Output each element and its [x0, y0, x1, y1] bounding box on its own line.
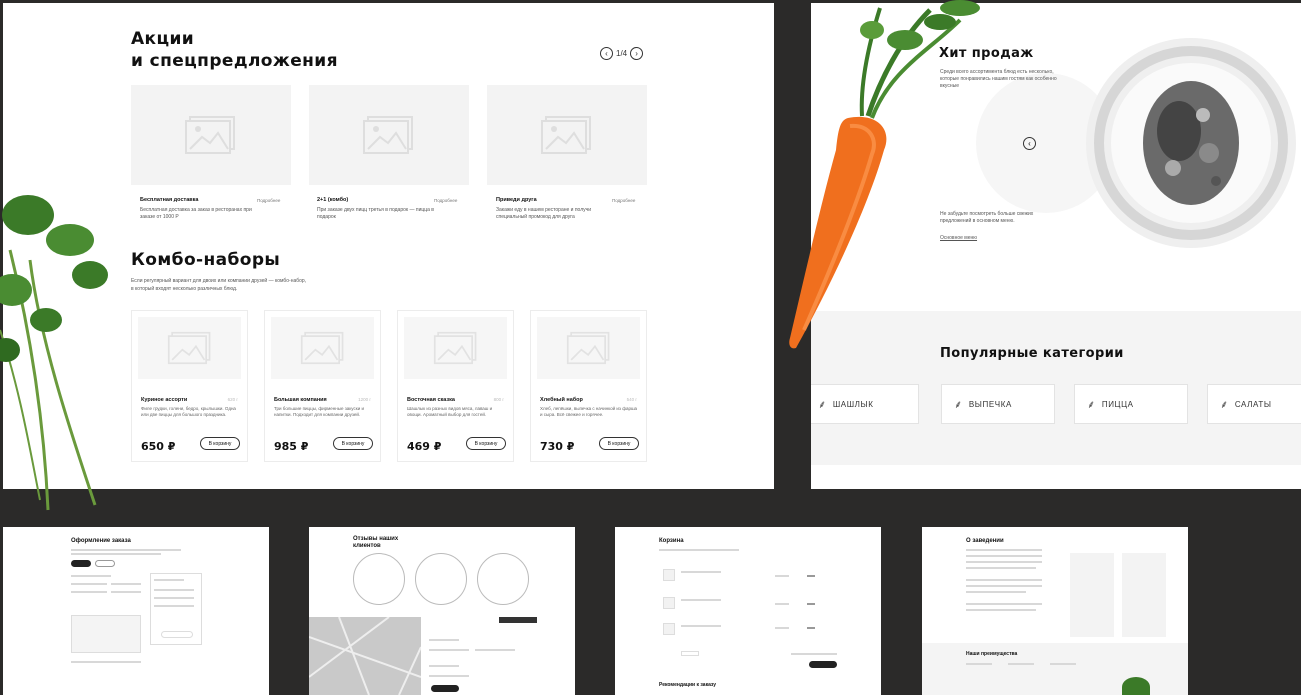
- cart-thumbnail[interactable]: Корзина Рекомендации к заказу: [615, 527, 881, 695]
- carrot-icon: [789, 0, 980, 349]
- cart-title: Корзина: [659, 538, 684, 544]
- checkout-thumbnail[interactable]: Оформление заказа: [3, 527, 269, 695]
- about-title: О заведении: [966, 538, 1004, 544]
- feedback-form: [421, 617, 575, 695]
- checkout-button[interactable]: [809, 661, 837, 668]
- cart-recommendations-title: Рекомендации к заказу: [659, 682, 717, 688]
- review-card: [353, 553, 405, 605]
- herb-icon: [1122, 677, 1150, 695]
- about-thumbnail[interactable]: О заведении Наши преимущества: [922, 527, 1188, 695]
- submit-order-button[interactable]: [161, 631, 193, 638]
- map-preview[interactable]: [309, 616, 422, 695]
- checkout-title: Оформление заказа: [71, 538, 131, 544]
- send-review-button[interactable]: [431, 685, 459, 692]
- reviews-title: Отзывы наших клиентов: [353, 536, 399, 549]
- map-preview[interactable]: [71, 615, 141, 653]
- review-card: [415, 553, 467, 605]
- delivery-toggle[interactable]: [71, 560, 91, 567]
- parsley-icon: [0, 195, 108, 511]
- advantages-title: Наши преимущества: [966, 651, 1018, 657]
- review-card: [477, 553, 529, 605]
- pickup-toggle[interactable]: [95, 560, 115, 567]
- reviews-thumbnail[interactable]: Отзывы наших клиентов: [309, 527, 575, 695]
